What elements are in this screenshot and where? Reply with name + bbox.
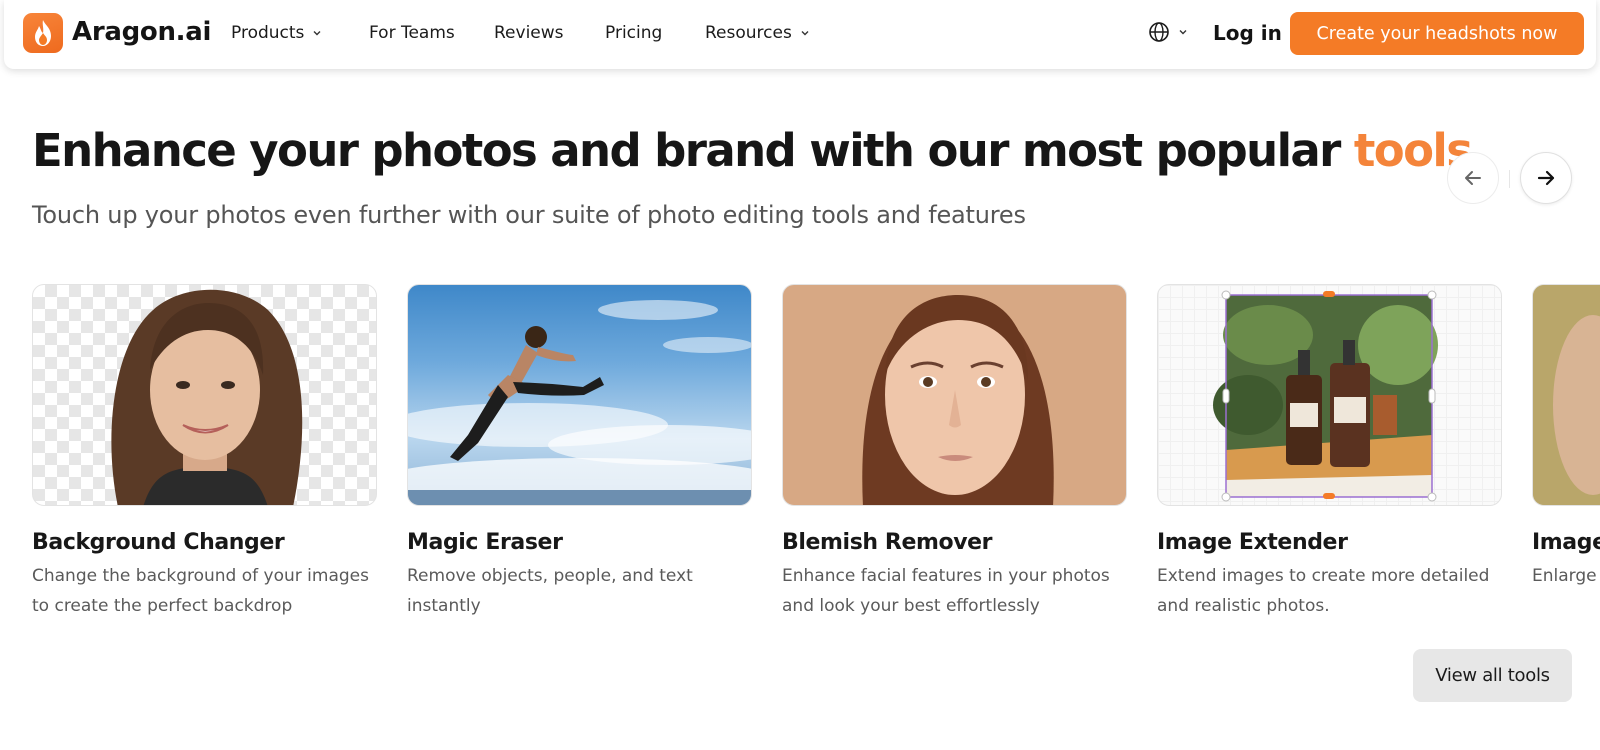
tool-image bbox=[32, 284, 377, 506]
page-headline: Enhance your photos and brand with our m… bbox=[32, 124, 1473, 177]
nav-for-teams-label: For Teams bbox=[369, 23, 455, 43]
arrow-right-icon bbox=[1537, 170, 1555, 186]
nav-resources-label: Resources bbox=[705, 23, 792, 43]
nav-pricing[interactable]: Pricing bbox=[605, 23, 662, 43]
brand-name[interactable]: Aragon.ai bbox=[72, 17, 211, 47]
carousel-divider bbox=[1509, 170, 1510, 188]
carousel-next-button[interactable] bbox=[1520, 152, 1572, 204]
tool-image bbox=[407, 284, 752, 506]
partial-photo-illustration bbox=[1533, 285, 1600, 505]
flame-icon bbox=[35, 20, 51, 46]
chevron-down-icon bbox=[313, 31, 321, 36]
create-headshots-button[interactable]: Create your headshots now bbox=[1290, 12, 1584, 55]
tool-description: Remove objects, people, and text instant… bbox=[407, 566, 693, 616]
tool-description: Change the background of your images to … bbox=[32, 566, 369, 616]
tool-title: Blemish Remover bbox=[782, 530, 993, 555]
woman-portrait-illustration bbox=[111, 289, 303, 505]
tool-image bbox=[1532, 284, 1600, 506]
globe-icon bbox=[1149, 22, 1169, 42]
tool-image bbox=[1157, 284, 1502, 506]
tool-card-background-changer[interactable]: Background Changer Change the background… bbox=[32, 284, 377, 621]
nav-reviews[interactable]: Reviews bbox=[494, 23, 564, 43]
tool-description: Enlarge i increase bbox=[1532, 566, 1600, 586]
arrow-left-icon bbox=[1465, 171, 1481, 185]
nav-pricing-label: Pricing bbox=[605, 23, 663, 43]
nav-products[interactable]: Products bbox=[231, 23, 322, 43]
chevron-down-icon bbox=[801, 31, 809, 36]
view-all-tools-button[interactable]: View all tools bbox=[1413, 649, 1572, 702]
tool-card-blemish-remover[interactable]: Blemish Remover Enhance facial features … bbox=[782, 284, 1127, 621]
woman-face-illustration bbox=[862, 295, 1054, 505]
nav-products-label: Products bbox=[231, 23, 305, 43]
nav-reviews-label: Reviews bbox=[494, 23, 564, 43]
chevron-down-icon bbox=[1179, 30, 1187, 35]
tool-description: Extend images to create more detailed an… bbox=[1157, 566, 1490, 616]
headline-main: Enhance your photos and brand with our m… bbox=[32, 124, 1354, 177]
aragon-logo-icon[interactable] bbox=[23, 13, 63, 53]
tool-card-image-extender[interactable]: Image Extender Extend images to create m… bbox=[1157, 284, 1502, 621]
tool-card-image-partial[interactable]: Image Enlarge i increase bbox=[1532, 284, 1600, 591]
login-link[interactable]: Log in bbox=[1213, 21, 1282, 45]
jumping-man-sky-illustration bbox=[408, 300, 751, 505]
nav-resources[interactable]: Resources bbox=[705, 23, 810, 43]
page-subheadline: Touch up your photos even further with o… bbox=[32, 201, 1026, 229]
tool-description: Enhance facial features in your photos a… bbox=[782, 566, 1110, 616]
language-selector[interactable] bbox=[1148, 21, 1188, 43]
tool-card-magic-eraser[interactable]: Magic Eraser Remove objects, people, and… bbox=[407, 284, 752, 621]
bottles-illustration bbox=[1213, 290, 1438, 502]
tool-title: Background Changer bbox=[32, 530, 285, 555]
top-navigation: Aragon.ai Products For Teams Reviews Pri… bbox=[4, 0, 1596, 69]
tool-title: Magic Eraser bbox=[407, 530, 563, 555]
tool-title: Image bbox=[1532, 530, 1600, 555]
tool-image bbox=[782, 284, 1127, 506]
carousel-prev-button[interactable] bbox=[1447, 152, 1499, 204]
tool-title: Image Extender bbox=[1157, 530, 1348, 555]
nav-for-teams[interactable]: For Teams bbox=[369, 23, 455, 43]
